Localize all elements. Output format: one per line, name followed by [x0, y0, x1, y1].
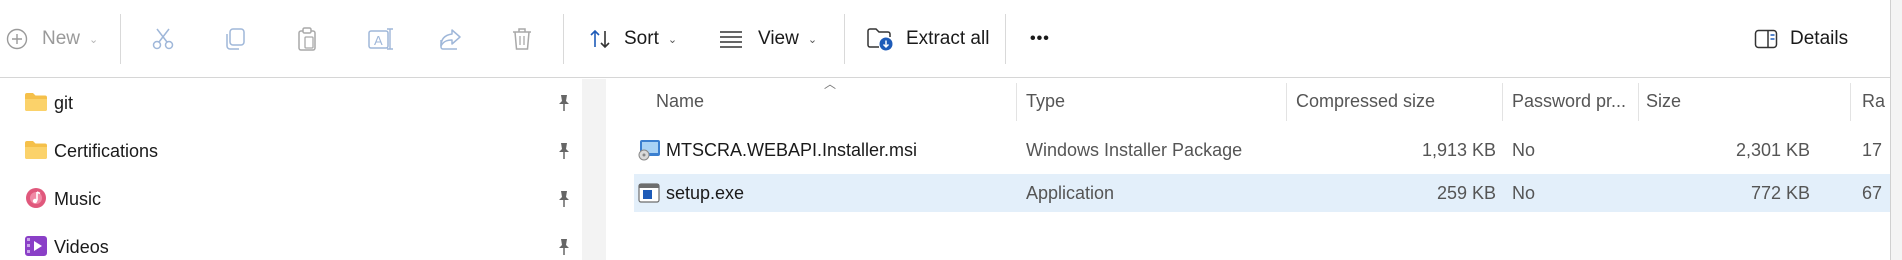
column-header-label: Compressed size: [1296, 90, 1436, 111]
column-divider[interactable]: [1502, 83, 1503, 121]
music-icon: [24, 187, 48, 209]
nav-item-label: git: [54, 92, 74, 113]
more-ellipsis-icon: •••: [1030, 30, 1050, 47]
file-compressed-size: 1,913 KB: [1421, 139, 1496, 160]
more-options-button[interactable]: •••: [1030, 0, 1050, 78]
toolbar-divider: [1005, 14, 1006, 64]
file-list-pane: ︿ Name Type Compressed size Password pr.…: [606, 77, 1890, 260]
nav-item-music[interactable]: Music: [0, 175, 582, 223]
cut-button[interactable]: [150, 0, 176, 78]
sort-button[interactable]: Sort ⌄: [588, 0, 677, 78]
file-ratio: 67: [1862, 182, 1883, 203]
chevron-down-icon: ⌄: [89, 33, 99, 46]
details-pane-icon: [1754, 29, 1778, 49]
column-header-password-protected[interactable]: Password pr...: [1512, 79, 1636, 123]
nav-item-videos[interactable]: Videos: [0, 223, 582, 260]
column-header-ratio[interactable]: Ra: [1862, 79, 1890, 123]
share-icon: [438, 26, 464, 52]
column-header-compressed-size[interactable]: Compressed size: [1296, 79, 1496, 123]
clipboard-icon: [294, 26, 320, 52]
file-password-protected: No: [1512, 182, 1536, 203]
msi-installer-icon: [638, 131, 662, 169]
column-header-label: Type: [1026, 90, 1066, 111]
view-button-label: View: [758, 28, 799, 49]
window-edge-scrollbar[interactable]: [1890, 0, 1902, 260]
nav-item-certifications[interactable]: Certifications: [0, 127, 582, 175]
new-button[interactable]: New ⌄: [6, 0, 98, 78]
toolbar-divider: [120, 14, 121, 64]
nav-item-label: Videos: [54, 236, 109, 257]
file-name: setup.exe: [666, 182, 745, 203]
chevron-down-icon: ⌄: [807, 33, 818, 46]
column-divider[interactable]: [1638, 83, 1639, 121]
copy-icon: [222, 26, 248, 52]
file-password-protected: No: [1512, 139, 1536, 160]
sort-button-label: Sort: [624, 28, 659, 49]
rename-button[interactable]: A: [366, 0, 394, 78]
column-header-label: Name: [656, 90, 705, 111]
rename-icon: A: [366, 26, 394, 52]
file-size: 772 KB: [1750, 182, 1810, 203]
column-header-label: Password pr...: [1512, 90, 1627, 111]
new-button-label: New: [42, 28, 81, 49]
exe-application-icon: [638, 174, 662, 212]
share-button[interactable]: [438, 0, 464, 78]
extract-folder-icon: [866, 26, 894, 52]
file-name: MTSCRA.WEBAPI.Installer.msi: [666, 139, 918, 160]
column-header-size[interactable]: Size: [1646, 79, 1816, 123]
view-button[interactable]: View ⌄: [718, 0, 817, 78]
file-type: Windows Installer Package: [1026, 139, 1243, 160]
file-size: 2,301 KB: [1735, 139, 1810, 160]
toolbar-divider: [844, 14, 845, 64]
navigation-pane: git Certifications Music Videos: [0, 79, 582, 260]
pin-icon[interactable]: [555, 237, 573, 257]
file-row-selected[interactable]: setup.exe Application 259 KB No 772 KB 6…: [634, 174, 1890, 212]
column-header-label: Ra: [1862, 90, 1886, 111]
folder-icon: [24, 91, 48, 113]
sort-arrows-icon: [588, 27, 612, 51]
column-header-label: Size: [1646, 90, 1682, 111]
pin-icon[interactable]: [555, 141, 573, 161]
command-bar: New ⌄ A Sort ⌄ View ⌄ Extract all ••• De…: [0, 0, 1890, 78]
details-button-label: Details: [1790, 28, 1849, 49]
nav-item-label: Certifications: [54, 140, 159, 161]
pin-icon[interactable]: [555, 93, 573, 113]
column-header-type[interactable]: Type: [1026, 79, 1276, 123]
extract-all-button[interactable]: Extract all: [866, 0, 989, 78]
details-button[interactable]: Details: [1754, 0, 1848, 78]
column-divider[interactable]: [1850, 83, 1851, 121]
file-ratio: 17: [1862, 139, 1883, 160]
view-list-icon: [718, 29, 744, 49]
column-divider[interactable]: [1016, 83, 1017, 121]
paste-button[interactable]: [294, 0, 320, 78]
file-row[interactable]: MTSCRA.WEBAPI.Installer.msi Windows Inst…: [634, 131, 1890, 169]
trash-icon: [510, 26, 534, 52]
chevron-down-icon: ⌄: [667, 33, 678, 46]
column-header-name[interactable]: Name: [656, 79, 996, 123]
file-compressed-size: 259 KB: [1436, 182, 1496, 203]
nav-item-git[interactable]: git: [0, 79, 582, 127]
videos-icon: [24, 235, 48, 257]
nav-item-label: Music: [54, 188, 102, 209]
delete-button[interactable]: [510, 0, 534, 78]
column-divider[interactable]: [1286, 83, 1287, 121]
svg-text:A: A: [374, 33, 383, 48]
toolbar-divider: [563, 14, 564, 64]
folder-icon: [24, 139, 48, 161]
file-type: Application: [1026, 182, 1115, 203]
pin-icon[interactable]: [555, 189, 573, 209]
scissors-icon: [150, 26, 176, 52]
plus-circle-icon: [6, 28, 28, 50]
navigation-pane-scrollbar[interactable]: [582, 79, 606, 260]
extract-all-button-label: Extract all: [906, 28, 990, 49]
copy-button[interactable]: [222, 0, 248, 78]
